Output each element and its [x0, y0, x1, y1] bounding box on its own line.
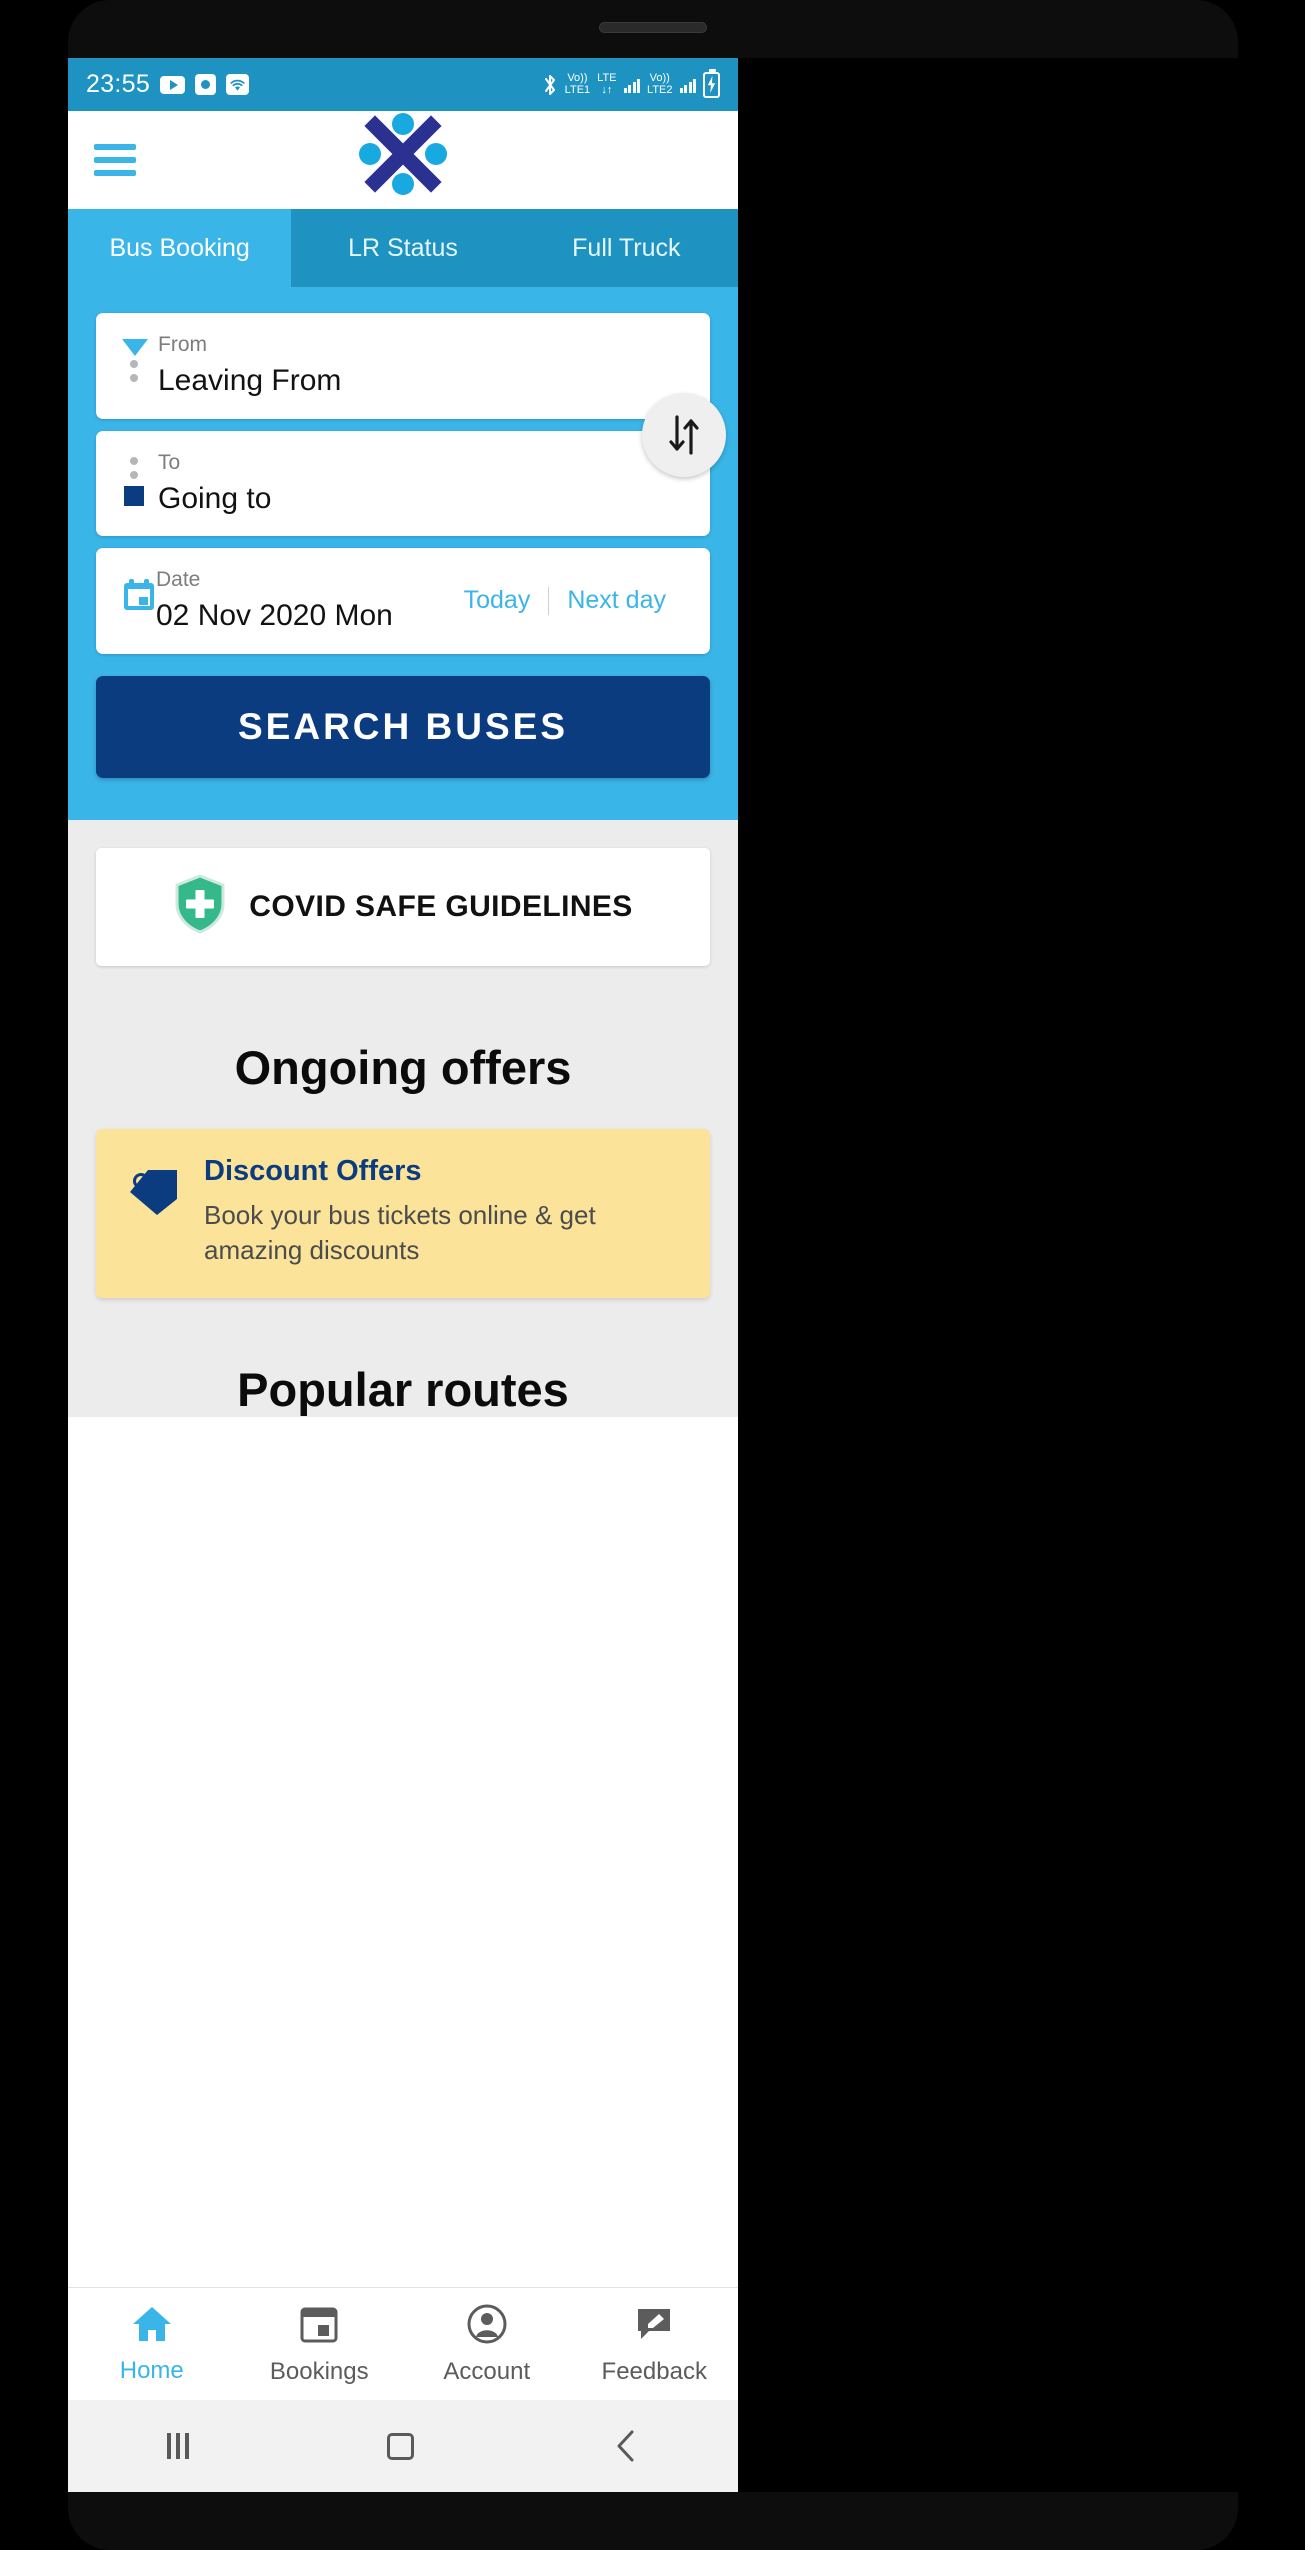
signal-bars-sim1-icon — [623, 76, 641, 93]
phone-device: 23:55 Vo)) LTE1 LTE ↓↑ Vo)) LTE2 Bus Boo… — [0, 0, 1305, 2550]
main-tab-bar: Bus Booking LR Status Full Truck — [68, 209, 738, 287]
tag-icon — [122, 1155, 182, 1222]
status-bar-clock: 23:55 — [86, 70, 151, 98]
date-label: Date — [156, 568, 201, 592]
calendar-icon — [122, 568, 156, 617]
status-bar: 23:55 Vo)) LTE1 LTE ↓↑ Vo)) LTE2 — [68, 58, 738, 111]
sim2-indicator: Vo)) LTE2 — [647, 71, 673, 96]
home-icon — [130, 2304, 174, 2349]
bottom-navigation-bar: Home Bookings Account Feedback — [68, 2287, 738, 2400]
offer-description: Book your bus tickets online & get amazi… — [204, 1199, 596, 1265]
nav-item-home[interactable]: Home — [68, 2288, 236, 2400]
nav-label: Home — [119, 2356, 184, 2384]
shield-plus-icon — [173, 874, 227, 939]
screen-record-icon — [195, 74, 217, 95]
date-value: 02 Nov 2020 Mon — [156, 599, 393, 633]
offer-title: Discount Offers — [204, 1154, 422, 1187]
tab-label: Full Truck — [572, 233, 681, 262]
recents-icon[interactable] — [167, 2433, 190, 2459]
nav-item-bookings[interactable]: Bookings — [236, 2288, 404, 2400]
nav-item-account[interactable]: Account — [403, 2288, 571, 2400]
earpiece-speaker — [599, 22, 707, 33]
phone-bottom-bezel — [68, 2492, 1238, 2550]
tab-label: LR Status — [348, 233, 458, 262]
discount-offers-card[interactable]: Discount Offers Book your bus tickets on… — [96, 1128, 718, 1308]
account-icon — [466, 2303, 508, 2350]
feedback-icon — [633, 2303, 675, 2350]
to-field-card[interactable]: To Going to — [96, 392, 726, 537]
signal-bars-sim2-icon — [679, 76, 696, 93]
tab-lr-status[interactable]: LR Status — [291, 209, 515, 287]
nav-label: Account — [443, 2357, 531, 2385]
from-marker-icon — [122, 333, 158, 382]
swap-locations-button[interactable] — [642, 392, 726, 477]
right-bezel — [738, 58, 1305, 2492]
date-field-card[interactable]: Date 02 Nov 2020 Mon Today Next day — [96, 548, 710, 654]
left-bezel — [0, 58, 68, 2492]
android-system-nav-bar — [68, 2400, 738, 2492]
today-button[interactable]: Today — [446, 586, 549, 615]
hamburger-menu-icon[interactable] — [94, 137, 136, 183]
search-form-panel: From Leaving From To Going to Date 02 No… — [68, 287, 738, 820]
lte-indicator: LTE ↓↑ — [597, 71, 617, 96]
nav-label: Feedback — [601, 2357, 707, 2385]
offer-card-stack-shadow — [204, 1295, 718, 1308]
covid-card-label: COVID SAFE GUIDELINES — [249, 889, 633, 923]
phone-top-bezel — [68, 0, 1238, 58]
status-bar-right: Vo)) LTE1 LTE ↓↑ Vo)) LTE2 — [542, 68, 720, 98]
page-content: COVID SAFE GUIDELINES Ongoing offers Dis… — [68, 819, 738, 1417]
from-field-card[interactable]: From Leaving From — [96, 313, 710, 419]
bluetooth-icon — [542, 73, 558, 97]
app-header — [68, 111, 738, 209]
to-value: Going to — [158, 481, 272, 515]
home-square-icon[interactable] — [387, 2432, 415, 2460]
wifi-icon — [226, 74, 250, 95]
to-marker-icon — [122, 451, 158, 506]
battery-charging-icon — [703, 68, 720, 98]
tab-bus-booking[interactable]: Bus Booking — [68, 209, 292, 287]
search-buses-label: SEARCH BUSES — [238, 705, 568, 747]
covid-safe-guidelines-card[interactable]: COVID SAFE GUIDELINES — [96, 847, 710, 966]
bookings-icon — [298, 2303, 340, 2350]
youtube-icon — [160, 75, 186, 94]
sim1-indicator: Vo)) LTE1 — [564, 71, 591, 96]
ongoing-offers-title: Ongoing offers — [234, 1040, 572, 1094]
search-buses-button[interactable]: SEARCH BUSES — [96, 675, 710, 778]
tab-label: Bus Booking — [109, 233, 250, 262]
status-bar-left: 23:55 — [86, 70, 250, 99]
tab-full-truck[interactable]: Full Truck — [514, 209, 738, 287]
phone-screen: 23:55 Vo)) LTE1 LTE ↓↑ Vo)) LTE2 Bus Boo… — [68, 58, 738, 2492]
swap-vertical-arrows-icon — [669, 414, 699, 455]
from-value: Leaving From — [158, 364, 342, 398]
popular-routes-title: Popular routes — [237, 1362, 569, 1416]
data-arrows-icon: ↓↑ — [601, 83, 613, 96]
app-logo — [355, 112, 451, 208]
to-label: To — [158, 450, 181, 474]
nav-label: Bookings — [269, 2357, 369, 2385]
back-chevron-icon[interactable] — [613, 2429, 639, 2463]
from-label: From — [158, 333, 207, 356]
next-day-button[interactable]: Next day — [549, 586, 684, 615]
nav-item-feedback[interactable]: Feedback — [571, 2288, 739, 2400]
